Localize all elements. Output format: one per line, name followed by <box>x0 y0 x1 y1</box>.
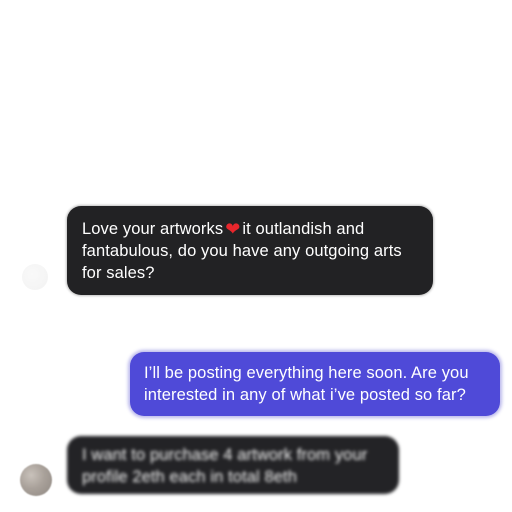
message-line: profile 2eth each in total 8eth <box>82 468 297 486</box>
message-line: I’ll be posting everything here soon. Ar… <box>144 364 469 382</box>
message-bubble-sent[interactable]: I’ll be posting everything here soon. Ar… <box>130 352 500 416</box>
message-bubble-received[interactable]: Love your artworks ❤ it outlandish and fan… <box>67 206 433 295</box>
message-line: interested in any of what i’ve posted so… <box>144 386 466 404</box>
sender-avatar[interactable] <box>20 464 52 496</box>
chat-screen: Love your artworks ❤ it outlandish and fan… <box>0 0 512 512</box>
sender-avatar-faded <box>22 264 48 290</box>
message-line: Love your artworks ❤ it outlandish and <box>82 218 419 240</box>
heart-emoji-icon: ❤ <box>225 219 241 240</box>
message-text: Love your artworks <box>82 220 224 238</box>
message-bubble-received-blurred[interactable]: I want to purchase 4 artwork from your p… <box>67 436 399 494</box>
message-line: fantabulous, do you have any outgoing ar… <box>82 242 402 260</box>
message-text: it outlandish and <box>242 220 365 238</box>
message-line: I want to purchase 4 artwork from your <box>82 446 368 464</box>
message-line: for sales? <box>82 264 155 282</box>
